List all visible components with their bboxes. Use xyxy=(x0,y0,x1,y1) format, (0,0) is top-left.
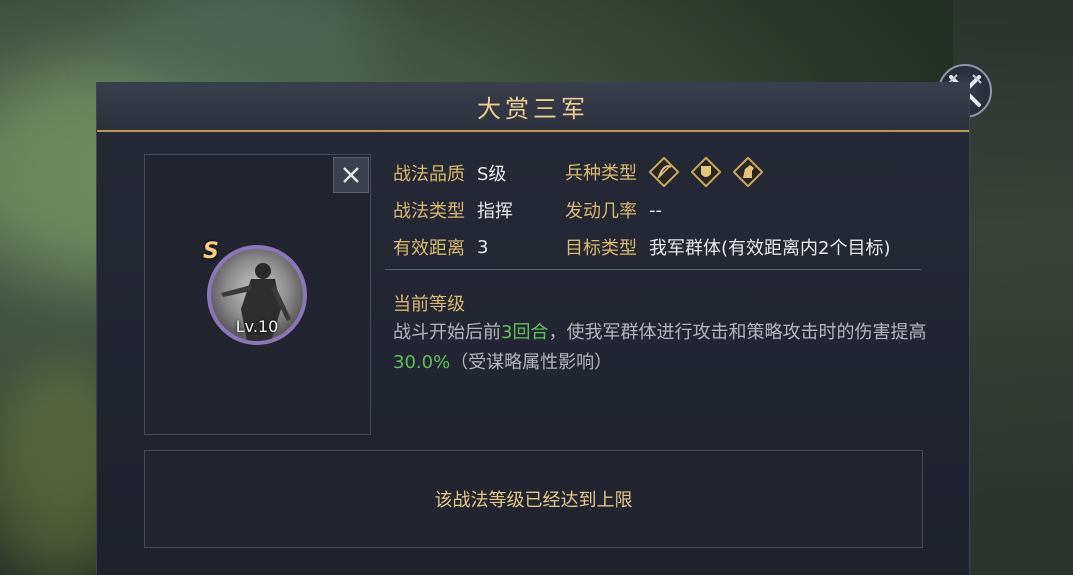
range-row: 有效距离 3 xyxy=(393,234,488,260)
target-value: 我军群体(有效距离内2个目标) xyxy=(649,238,891,259)
range-label: 有效距离 xyxy=(393,238,465,259)
troop-type-row: 兵种类型 xyxy=(565,157,763,187)
desc-percent: 30.0% xyxy=(393,352,451,373)
grade-badge: S xyxy=(203,239,219,264)
quality-label: 战法品质 xyxy=(393,164,465,185)
target-label: 目标类型 xyxy=(565,238,637,259)
target-row: 目标类型 我军群体(有效距离内2个目标) xyxy=(565,234,891,260)
max-level-note: 该战法等级已经达到上限 xyxy=(434,490,633,511)
bow-cavalry-icon[interactable] xyxy=(649,157,679,187)
skill-level: Lv.10 xyxy=(235,317,279,336)
dialog-title: 大赏三军 xyxy=(477,94,589,123)
range-value: 3 xyxy=(477,236,489,258)
category-label: 战法类型 xyxy=(393,201,465,222)
quality-value: S级 xyxy=(477,164,507,185)
divider xyxy=(385,269,921,270)
trigger-rate-value: -- xyxy=(649,199,662,221)
troop-type-label: 兵种类型 xyxy=(565,163,637,184)
skill-description: 战斗开始后前3回合，使我军群体进行攻击和策略攻击时的伤害提高 30.0%（受谋略属… xyxy=(393,318,933,378)
skill-detail-dialog: 大赏三军 S Lv.10 战法品质 S级 兵种类型 战法类型 指挥 发动几率 -… xyxy=(96,82,970,575)
trigger-rate-row: 发动几率 -- xyxy=(565,197,662,223)
title-bar: 大赏三军 xyxy=(97,82,969,132)
unequip-button[interactable] xyxy=(333,157,369,193)
desc-text-1: 战斗开始后前 xyxy=(393,322,501,343)
close-icon xyxy=(343,167,359,183)
category-row: 战法类型 指挥 xyxy=(393,197,513,223)
desc-text-2: ，使我军群体进行攻击和策略攻击时的伤害提高 xyxy=(548,322,927,343)
shield-infantry-icon[interactable] xyxy=(691,157,721,187)
quality-row: 战法品质 S级 xyxy=(393,160,506,186)
desc-rounds: 3回合 xyxy=(501,322,549,343)
max-level-panel: 该战法等级已经达到上限 xyxy=(144,450,923,548)
category-value: 指挥 xyxy=(477,201,513,222)
desc-text-3: （受谋略属性影响） xyxy=(450,352,613,373)
trigger-rate-label: 发动几率 xyxy=(565,201,637,222)
skill-portrait-panel: S Lv.10 xyxy=(144,154,371,435)
horse-cavalry-icon[interactable] xyxy=(733,157,763,187)
current-level-title: 当前等级 xyxy=(393,294,465,315)
